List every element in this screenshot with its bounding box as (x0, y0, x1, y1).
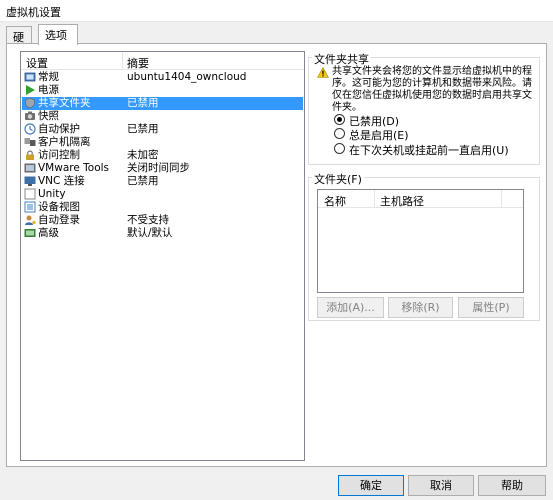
row-name: VNC 连接 (38, 175, 85, 187)
row-name: 高级 (38, 227, 59, 239)
access-control-icon (26, 150, 34, 160)
add-folder-button[interactable]: 添加(A)... (317, 297, 384, 318)
row-value: 已禁用 (127, 175, 159, 187)
settings-row-access-control[interactable]: 访问控制 未加密 (22, 149, 303, 162)
header-host-path[interactable]: 主机路径 (380, 193, 424, 209)
header-name[interactable]: 名称 (324, 193, 346, 209)
header-summary[interactable]: 摘要 (127, 55, 149, 71)
row-value: 默认/默认 (127, 227, 173, 239)
sharing-warning-text: 共享文件夹会将您的文件显示给虚拟机中的程序。这可能为您的计算机和数据带来风险。请… (332, 66, 532, 113)
autologin-icon (25, 215, 36, 225)
row-name: 客户机隔离 (38, 136, 91, 148)
tab-options[interactable]: 选项 (38, 24, 78, 45)
list-header: 设置 摘要 (21, 52, 304, 70)
folders-table-header: 名称 主机路径 (318, 190, 523, 208)
unity-icon (24, 188, 36, 200)
row-value: 已禁用 (127, 97, 159, 109)
ok-button[interactable]: 确定 (338, 475, 404, 496)
settings-row-autoprotect[interactable]: 自动保护 已禁用 (22, 123, 303, 136)
row-name: 电源 (38, 84, 59, 96)
settings-row-shared-folders[interactable]: 共享文件夹 已禁用 (22, 97, 303, 110)
header-setting[interactable]: 设置 (26, 55, 48, 71)
general-icon (24, 72, 36, 82)
title-bar: 虚拟机设置 (0, 0, 553, 22)
settings-row-guest-isolation[interactable]: 客户机隔离 (22, 136, 303, 149)
vmware-tools-icon (24, 163, 36, 173)
settings-row-advanced[interactable]: 高级 默认/默认 (22, 227, 303, 240)
settings-row-snapshots[interactable]: 快照 (22, 110, 303, 123)
row-name: 常规 (38, 71, 59, 83)
snapshot-icon (25, 111, 35, 120)
folders-table[interactable]: 名称 主机路径 (317, 189, 524, 293)
remove-folder-button[interactable]: 移除(R) (388, 297, 453, 318)
row-name: 设备视图 (38, 201, 80, 213)
help-button[interactable]: 帮助 (478, 475, 546, 496)
device-view-icon (24, 201, 36, 213)
guest-isolation-icon (24, 138, 36, 146)
autoprotect-icon (24, 123, 36, 135)
settings-row-vmware-tools[interactable]: VMware Tools 关闭时间同步 (22, 162, 303, 175)
column-separator[interactable] (501, 190, 502, 208)
row-name: 访问控制 (38, 149, 80, 161)
row-value: 不受支持 (127, 214, 169, 226)
folder-properties-button[interactable]: 属性(P) (458, 297, 524, 318)
row-value: 未加密 (127, 149, 159, 161)
warning-icon (317, 67, 329, 78)
settings-row-general[interactable]: 常规 ubuntu1404_owncloud (22, 71, 303, 84)
settings-row-power[interactable]: 电源 (22, 84, 303, 97)
row-value: 关闭时间同步 (127, 162, 190, 174)
folder-sharing-label: 文件夹共享 (312, 51, 371, 67)
row-value: 已禁用 (127, 123, 159, 135)
row-name: 共享文件夹 (38, 97, 91, 109)
radio-dot (334, 128, 345, 139)
row-name: VMware Tools (38, 162, 110, 174)
row-value: ubuntu1404_owncloud (127, 71, 247, 83)
settings-list[interactable]: 设置 摘要 常规 ubuntu1404_owncloud 电源 共享文件夹 已禁… (20, 51, 305, 461)
folders-label: 文件夹(F) (312, 171, 364, 187)
radio-label: 在下次关机或挂起前一直启用(U) (349, 144, 509, 157)
column-separator[interactable] (374, 190, 375, 208)
column-separator[interactable] (122, 52, 123, 70)
cancel-button[interactable]: 取消 (408, 475, 474, 496)
shared-folder-icon (25, 97, 35, 109)
settings-row-device-view[interactable]: 设备视图 (22, 201, 303, 214)
settings-row-autologin[interactable]: 自动登录 不受支持 (22, 214, 303, 227)
row-name: 自动保护 (38, 123, 80, 135)
tab-hardware[interactable]: 硬件 (6, 26, 32, 60)
radio-dot-checked (334, 114, 345, 125)
power-play-icon (26, 85, 35, 95)
settings-row-vnc[interactable]: VNC 连接 已禁用 (22, 175, 303, 188)
row-name: 自动登录 (38, 214, 80, 226)
settings-row-unity[interactable]: Unity (22, 188, 303, 201)
radio-dot (334, 143, 345, 154)
radio-label: 总是启用(E) (349, 129, 409, 142)
window-title: 虚拟机设置 (6, 6, 61, 19)
row-name: Unity (38, 188, 66, 200)
advanced-icon (24, 229, 36, 237)
row-name: 快照 (38, 110, 59, 122)
vnc-icon (24, 176, 36, 186)
